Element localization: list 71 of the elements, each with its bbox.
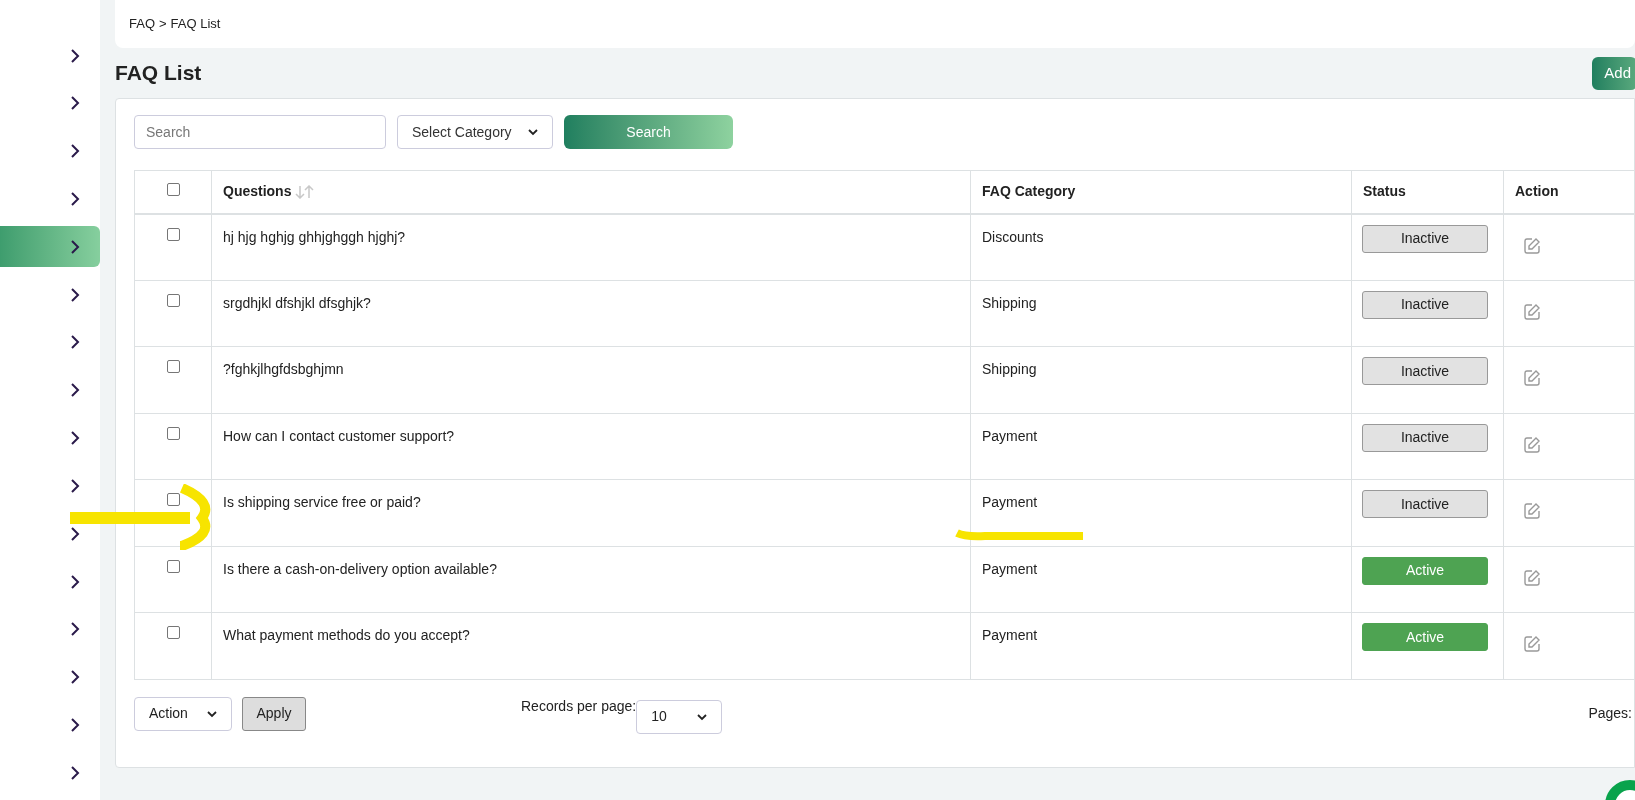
caret-icon [697, 712, 708, 721]
edit-icon[interactable] [1523, 236, 1541, 255]
chevron-right-icon [70, 335, 80, 350]
question-text: hj hjg hghjg ghhjghggh hjghj? [223, 228, 406, 245]
question-text: What payment methods do you accept? [223, 627, 470, 643]
breadcrumb-link[interactable]: FAQ List [170, 14, 221, 34]
chevron-right-icon [70, 622, 80, 637]
category-text: Discounts [982, 228, 1044, 245]
category-text: Payment [982, 560, 1038, 577]
page-title: FAQ List [115, 60, 202, 87]
chevron-right-icon [70, 765, 80, 780]
category-text: Shipping [982, 294, 1037, 311]
sort-icon[interactable] [295, 184, 316, 199]
chevron-right-icon [70, 574, 80, 589]
records-select[interactable]: 10 [636, 699, 723, 734]
chevron-right-icon [70, 526, 80, 541]
apply-button[interactable]: Apply [242, 696, 306, 731]
column-header: Action [1515, 182, 1559, 202]
chevron-right-icon [70, 478, 80, 493]
column-header: Status [1363, 182, 1406, 202]
caret-icon [528, 128, 538, 136]
chevron-right-icon [70, 239, 80, 254]
chevron-right-icon [70, 96, 80, 111]
category-text: Payment [982, 427, 1038, 444]
pages-label: Pages: [1588, 704, 1632, 723]
chevron-right-icon [70, 144, 80, 159]
category-select[interactable]: Select Category [397, 115, 553, 149]
edit-icon[interactable] [1523, 302, 1541, 321]
category-text: Payment [982, 627, 1038, 643]
chevron-right-icon [70, 48, 80, 63]
status-button[interactable]: Inactive [1362, 357, 1488, 385]
category-text: Shipping [982, 361, 1037, 377]
breadcrumb-separator: > [159, 15, 167, 34]
caret-icon [207, 709, 217, 718]
breadcrumb-link[interactable]: FAQ [129, 14, 155, 34]
chevron-right-icon [70, 670, 80, 685]
question-text: ?fghkjlhgfdsbghjmn [223, 361, 344, 377]
question-text: Is there a cash-on-delivery option available? [223, 560, 497, 577]
chevron-right-icon [70, 287, 80, 302]
status-button[interactable]: Inactive [1362, 224, 1488, 253]
sidebar-item[interactable] [0, 226, 100, 268]
column-header: FAQ Category [982, 182, 1076, 202]
row-checkbox[interactable] [166, 293, 180, 307]
status-button[interactable]: Inactive [1362, 423, 1488, 452]
edit-icon[interactable] [1523, 502, 1541, 520]
add-button[interactable]: Add [1592, 56, 1635, 90]
row-checkbox[interactable] [166, 227, 180, 241]
records-label: Records per page: [521, 696, 637, 716]
row-checkbox[interactable] [166, 360, 180, 373]
row-checkbox[interactable] [166, 493, 180, 506]
chevron-right-icon [70, 717, 80, 732]
chevron-right-icon [70, 192, 80, 206]
row-checkbox[interactable] [166, 626, 180, 639]
edit-icon[interactable] [1523, 435, 1541, 454]
status-button[interactable]: Inactive [1362, 290, 1488, 319]
question-text: How can I contact customer support? [223, 427, 455, 444]
row-checkbox[interactable] [166, 426, 180, 440]
question-text: Is shipping service free or paid? [223, 494, 421, 510]
search-field[interactable]: Search [134, 115, 386, 149]
row-checkbox[interactable] [166, 183, 180, 197]
status-button[interactable]: Inactive [1362, 490, 1488, 518]
column-header: Questions [223, 182, 292, 202]
question-text: srgdhjkl dfshjkl dfsghjk? [223, 294, 371, 311]
edit-icon[interactable] [1523, 369, 1541, 387]
action-select[interactable]: Action [134, 696, 232, 731]
chevron-right-icon [70, 383, 80, 398]
chevron-right-icon [70, 431, 80, 446]
row-checkbox[interactable] [166, 559, 180, 573]
edit-icon[interactable] [1523, 635, 1541, 653]
edit-icon[interactable] [1523, 568, 1541, 587]
category-text: Payment [982, 494, 1038, 510]
